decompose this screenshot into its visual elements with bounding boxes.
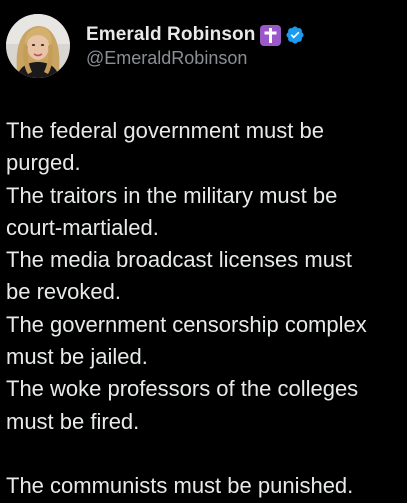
tweet-line: The federal government must be <box>6 118 324 143</box>
tweet-line: The communists must be punished. <box>6 473 354 499</box>
author-names: Emerald Robinson @EmeraldRobinson <box>86 22 305 69</box>
tweet-header: Emerald Robinson @EmeraldRobinson <box>6 14 305 78</box>
tweet-line: purged. <box>6 150 81 176</box>
tweet-text: The federal government must be purged. T… <box>6 115 404 503</box>
handle[interactable]: @EmeraldRobinson <box>86 48 305 69</box>
tweet-line: The media broadcast licenses must <box>6 247 353 273</box>
verified-icon[interactable] <box>285 25 305 45</box>
tweet-line: The traitors in the military must be <box>6 182 338 208</box>
tweet-line: must be fired. <box>6 408 140 434</box>
paragraph-break <box>6 438 404 470</box>
tweet-line: The woke professors of the colleges <box>6 376 359 402</box>
name-row: Emerald Robinson <box>86 22 305 48</box>
cross-icon <box>260 24 282 46</box>
tweet-line: be revoked. <box>6 279 121 305</box>
avatar[interactable] <box>6 14 70 78</box>
tweet-line: The government censorship complex <box>6 311 367 337</box>
tweet-line: must be jailed. <box>6 344 148 370</box>
tweet-line: court-martialed. <box>6 214 159 240</box>
display-name[interactable]: Emerald Robinson <box>86 24 255 46</box>
